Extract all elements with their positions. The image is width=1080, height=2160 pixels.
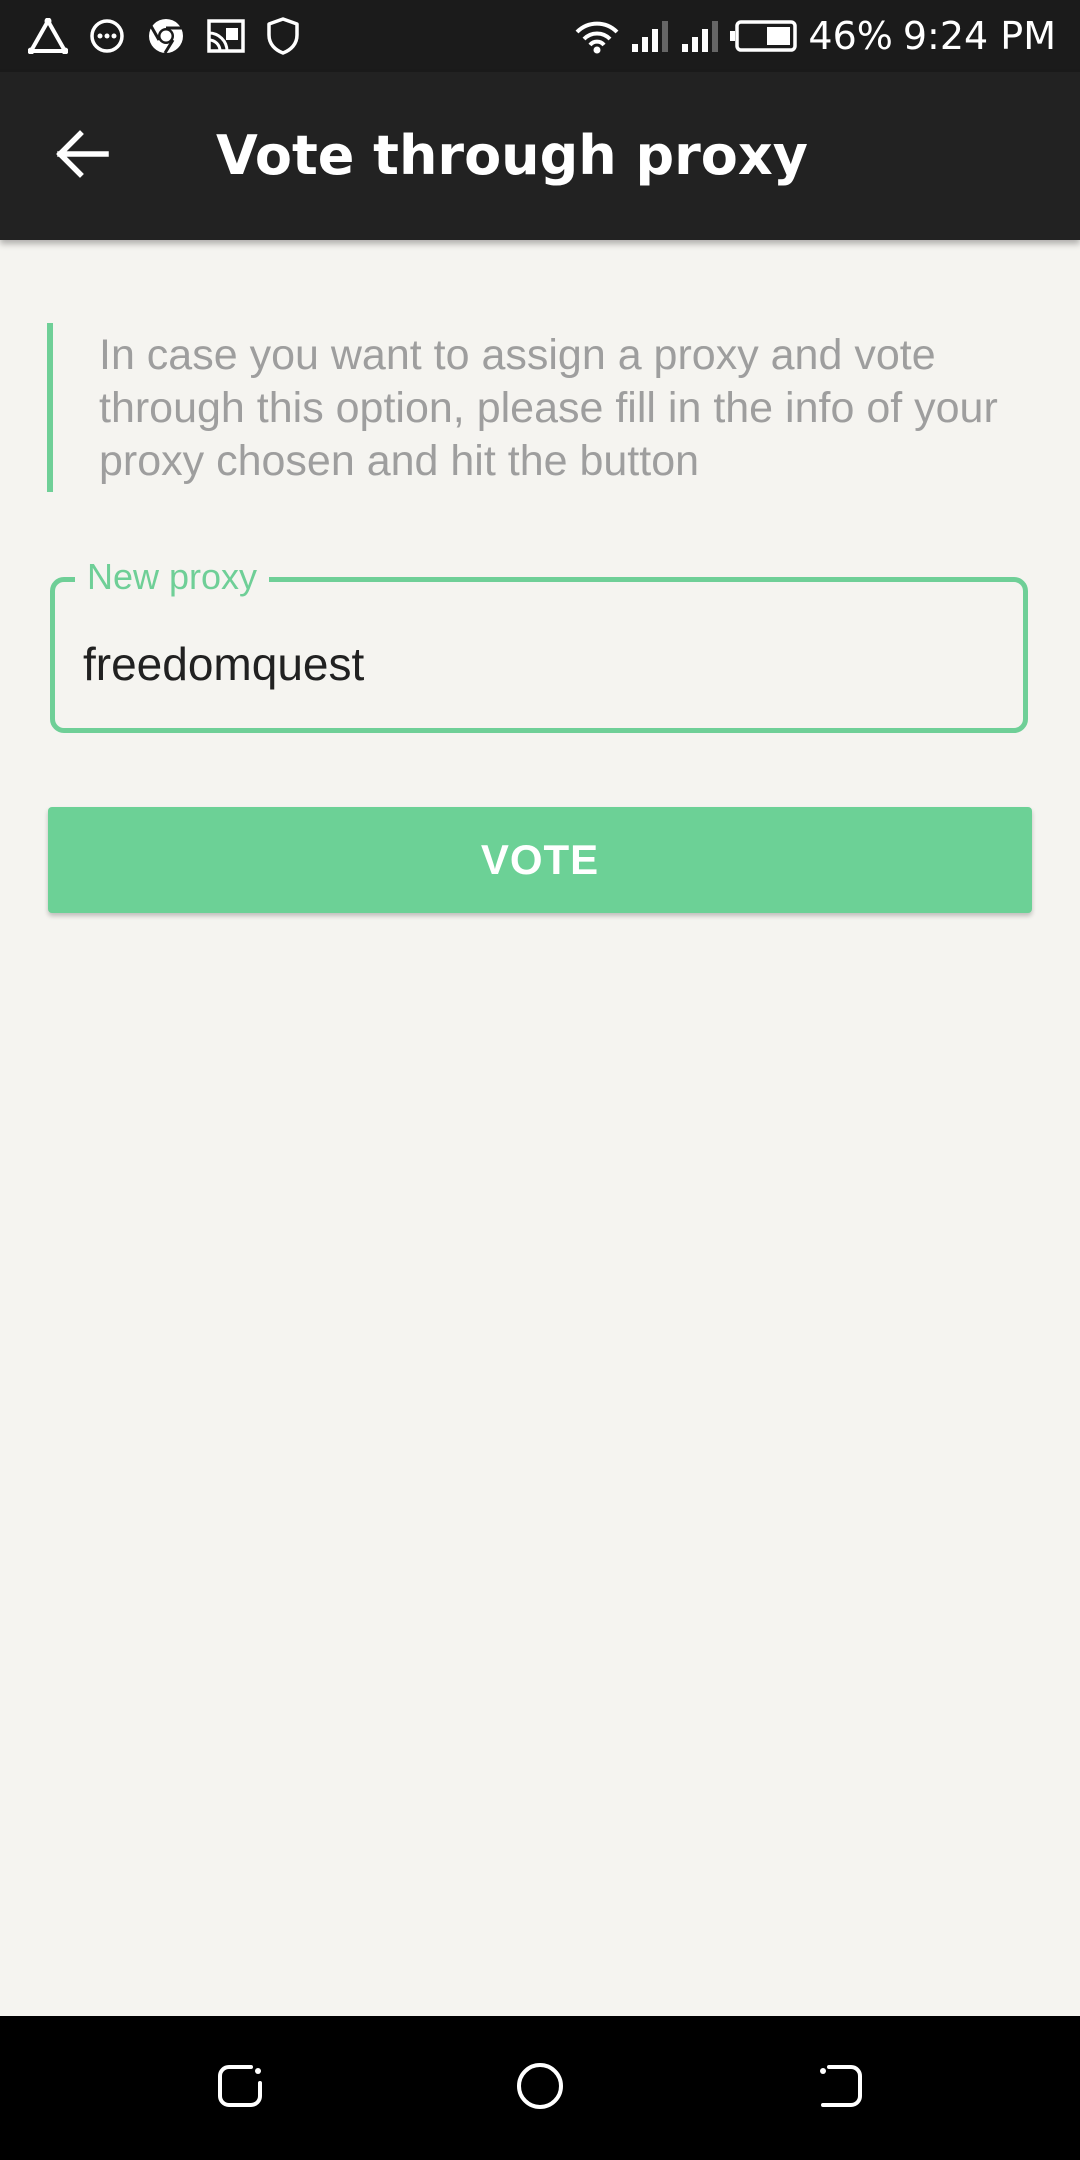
signal-icon [680, 18, 720, 54]
wifi-icon [574, 18, 620, 54]
status-bar: 46% 9:24 PM [0, 0, 1080, 72]
info-quote: In case you want to assign a proxy and v… [47, 323, 1027, 492]
recent-apps-button[interactable] [198, 2046, 282, 2130]
chrome-icon [146, 16, 186, 56]
new-proxy-label: New proxy [75, 554, 270, 600]
vote-button[interactable]: VOTE [48, 807, 1032, 913]
cast-icon [206, 18, 246, 54]
new-proxy-input[interactable] [83, 628, 983, 700]
system-back-button[interactable] [798, 2046, 882, 2130]
app-bar: Vote through proxy [0, 72, 1080, 240]
recent-apps-icon [215, 2061, 265, 2115]
home-icon [514, 2060, 566, 2116]
navigation-bar [0, 2016, 1080, 2160]
arrow-left-icon [54, 130, 110, 182]
battery-icon [730, 19, 798, 53]
back-icon [815, 2061, 865, 2115]
back-button[interactable] [44, 118, 120, 194]
clock: 9:24 PM [902, 14, 1056, 58]
shield-icon [266, 16, 300, 56]
new-proxy-field[interactable]: New proxy [50, 554, 1028, 733]
home-button[interactable] [498, 2046, 582, 2130]
triangle-icon [28, 18, 68, 54]
page-title: Vote through proxy [216, 124, 808, 187]
battery-percentage: 46% [808, 14, 893, 58]
system-status: 46% 9:24 PM [574, 10, 1056, 62]
chat-icon [88, 17, 126, 55]
info-text: In case you want to assign a proxy and v… [99, 331, 998, 485]
signal-icon [630, 18, 670, 54]
notification-icons [28, 14, 300, 58]
